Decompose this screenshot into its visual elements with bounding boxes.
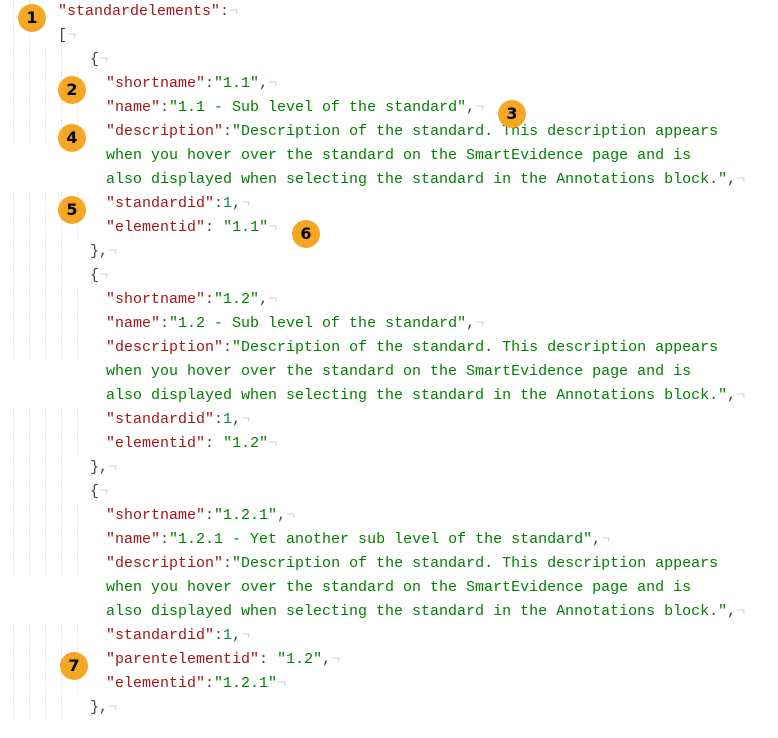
callout-1: 1 [18,4,46,32]
code-line: },¬ [10,240,768,264]
code-line: },¬ [10,696,768,720]
callout-6: 6 [292,220,320,248]
code-line-wrap: also displayed when selecting the standa… [10,600,768,624]
json-key-standardid: "standardid" [106,195,214,212]
code-line: "description":"Description of the standa… [10,120,768,144]
callout-2: 2 [58,76,86,104]
json-key-description: "description" [106,123,223,140]
code-line: "name":"1.2.1 - Yet another sub level of… [10,528,768,552]
code-line: {¬ [10,480,768,504]
code-line: },¬ [10,456,768,480]
code-line: "parentelementid": "1.2",¬ [10,648,768,672]
json-key-elementid: "elementid" [106,219,205,236]
code-line: {¬ [10,48,768,72]
code-line: "standardid":1,¬ [10,624,768,648]
code-line-wrap: when you hover over the standard on the … [10,360,768,384]
code-line-wrap: also displayed when selecting the standa… [10,384,768,408]
code-line: "standardid":1,¬ [10,408,768,432]
json-key-shortname: "shortname" [106,75,205,92]
callout-3: 3 [498,100,526,128]
callout-4: 4 [58,124,86,152]
code-line: "elementid": "1.1"¬ [10,216,768,240]
code-line: "elementid":"1.2.1"¬ [10,672,768,696]
code-line-wrap: when you hover over the standard on the … [10,576,768,600]
json-key-parentelementid: "parentelementid" [106,651,259,668]
code-line: [¬ [10,24,768,48]
json-key-standardelements: "standardelements" [58,3,220,20]
code-line: "description":"Description of the standa… [10,336,768,360]
code-block: "standardelements":¬ [¬ {¬ "shortname":"… [0,0,778,726]
code-line: "description":"Description of the standa… [10,552,768,576]
code-line: "standardid":1,¬ [10,192,768,216]
code-line-wrap: also displayed when selecting the standa… [10,168,768,192]
code-line: "standardelements":¬ [10,0,768,24]
code-line: {¬ [10,264,768,288]
callout-5: 5 [58,196,86,224]
code-line: "name":"1.2 - Sub level of the standard"… [10,312,768,336]
code-line-wrap: when you hover over the standard on the … [10,144,768,168]
code-line: "shortname":"1.2",¬ [10,288,768,312]
code-line: "elementid": "1.2"¬ [10,432,768,456]
json-key-name: "name" [106,99,160,116]
code-line: "shortname":"1.1",¬ [10,72,768,96]
code-line: "shortname":"1.2.1",¬ [10,504,768,528]
code-line: "name":"1.1 - Sub level of the standard"… [10,96,768,120]
callout-7: 7 [60,652,88,680]
